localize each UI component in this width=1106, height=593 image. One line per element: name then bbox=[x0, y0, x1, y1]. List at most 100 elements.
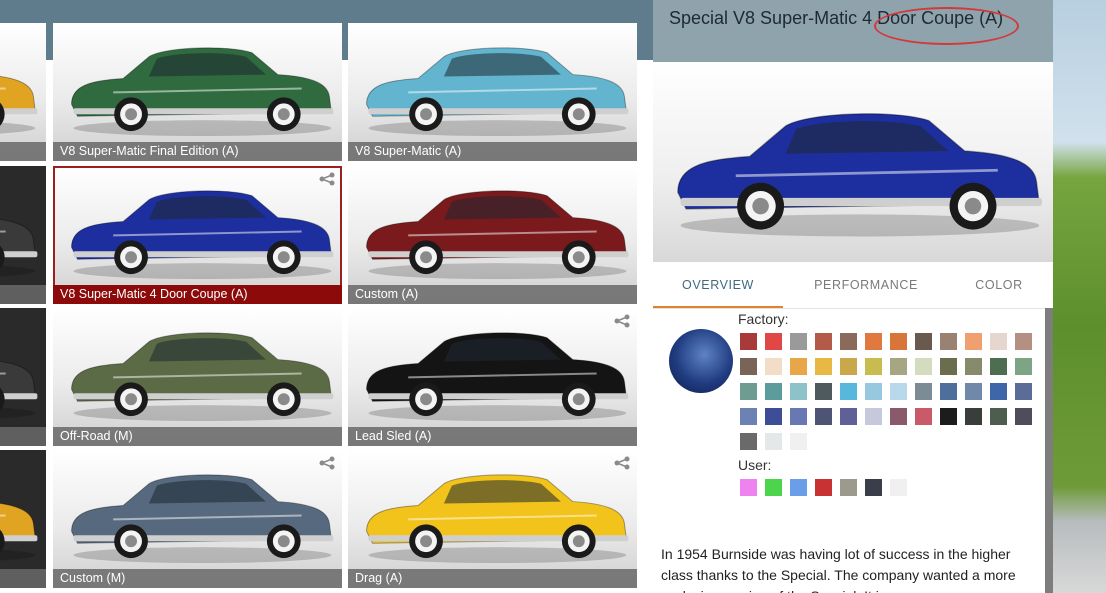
config-tile-label: V8 Super-Matic Final Edition (A) bbox=[53, 142, 342, 161]
factory-color-swatch[interactable] bbox=[940, 408, 957, 425]
config-tile[interactable]: V8 Super-Matic (A) bbox=[348, 23, 637, 161]
config-tile-label: Lead Sled (A) bbox=[348, 427, 637, 446]
factory-color-swatch[interactable] bbox=[940, 333, 957, 350]
car-image bbox=[366, 47, 629, 137]
config-tile-partial[interactable] bbox=[0, 23, 46, 161]
factory-color-swatch[interactable] bbox=[915, 333, 932, 350]
config-tile-label bbox=[0, 142, 46, 161]
factory-color-swatch[interactable] bbox=[990, 383, 1007, 400]
factory-color-swatch[interactable] bbox=[1015, 408, 1032, 425]
panel-scrollbar[interactable] bbox=[1045, 308, 1053, 593]
user-color-swatch[interactable] bbox=[865, 479, 882, 496]
tab-color[interactable]: COLOR bbox=[959, 262, 1039, 306]
config-tile-partial[interactable] bbox=[0, 308, 46, 446]
factory-color-swatch[interactable] bbox=[765, 408, 782, 425]
factory-color-swatch[interactable] bbox=[1015, 358, 1032, 375]
factory-color-swatch[interactable] bbox=[790, 333, 807, 350]
config-tile[interactable]: Lead Sled (A) bbox=[348, 308, 637, 446]
factory-color-swatch[interactable] bbox=[890, 408, 907, 425]
factory-color-swatch[interactable] bbox=[765, 433, 782, 450]
factory-color-swatch[interactable] bbox=[1015, 383, 1032, 400]
factory-color-swatch[interactable] bbox=[890, 358, 907, 375]
config-tile-label: Custom (A) bbox=[348, 285, 637, 304]
user-color-swatch[interactable] bbox=[740, 479, 757, 496]
factory-color-swatch[interactable] bbox=[915, 358, 932, 375]
red-circle-annotation bbox=[874, 7, 1019, 45]
info-tabs: OVERVIEW PERFORMANCE COLOR bbox=[653, 262, 1053, 309]
factory-color-swatch[interactable] bbox=[840, 333, 857, 350]
user-color-swatch[interactable] bbox=[765, 479, 782, 496]
user-color-swatch[interactable] bbox=[815, 479, 832, 496]
config-tile-label bbox=[0, 569, 46, 588]
factory-color-swatch[interactable] bbox=[915, 383, 932, 400]
factory-color-swatch[interactable] bbox=[990, 333, 1007, 350]
factory-color-swatch[interactable] bbox=[865, 333, 882, 350]
factory-color-swatch[interactable] bbox=[790, 408, 807, 425]
factory-color-swatch[interactable] bbox=[965, 408, 982, 425]
car-image bbox=[71, 474, 334, 564]
factory-color-swatch[interactable] bbox=[840, 408, 857, 425]
factory-color-swatch[interactable] bbox=[815, 358, 832, 375]
tab-overview[interactable]: OVERVIEW bbox=[653, 262, 783, 308]
car-image bbox=[0, 502, 38, 561]
share-icon[interactable] bbox=[318, 172, 336, 186]
factory-color-swatch[interactable] bbox=[965, 333, 982, 350]
factory-color-swatch[interactable] bbox=[765, 358, 782, 375]
car-image bbox=[0, 218, 38, 277]
config-tile[interactable]: Drag (A) bbox=[348, 450, 637, 588]
user-label: User: bbox=[738, 457, 772, 473]
config-tile[interactable]: Off-Road (M) bbox=[53, 308, 342, 446]
factory-color-swatch[interactable] bbox=[940, 358, 957, 375]
factory-color-swatch[interactable] bbox=[790, 383, 807, 400]
share-icon[interactable] bbox=[613, 314, 631, 328]
factory-color-swatch[interactable] bbox=[965, 358, 982, 375]
config-tile[interactable]: Custom (M) bbox=[53, 450, 342, 588]
factory-color-swatch[interactable] bbox=[765, 333, 782, 350]
factory-color-swatch[interactable] bbox=[790, 358, 807, 375]
user-color-swatch[interactable] bbox=[790, 479, 807, 496]
factory-color-swatch[interactable] bbox=[965, 383, 982, 400]
config-description: In 1954 Burnside was having lot of succe… bbox=[661, 546, 1016, 593]
factory-color-swatch[interactable] bbox=[740, 408, 757, 425]
factory-color-swatch[interactable] bbox=[865, 358, 882, 375]
config-tile[interactable]: V8 Super-Matic 4 Door Coupe (A) bbox=[53, 166, 342, 304]
config-tile-label: Off-Road (M) bbox=[53, 427, 342, 446]
factory-color-swatch[interactable] bbox=[1015, 333, 1032, 350]
factory-color-swatch[interactable] bbox=[740, 358, 757, 375]
factory-color-swatch[interactable] bbox=[740, 333, 757, 350]
config-tile-partial[interactable] bbox=[0, 450, 46, 588]
share-icon[interactable] bbox=[613, 456, 631, 470]
factory-color-swatch[interactable] bbox=[815, 383, 832, 400]
car-image bbox=[677, 113, 1042, 237]
factory-color-swatch[interactable] bbox=[990, 358, 1007, 375]
share-icon[interactable] bbox=[318, 456, 336, 470]
car-image bbox=[71, 47, 334, 137]
user-color-swatch[interactable] bbox=[840, 479, 857, 496]
factory-color-swatch[interactable] bbox=[815, 408, 832, 425]
user-color-swatch[interactable] bbox=[890, 479, 907, 496]
config-tile-partial[interactable] bbox=[0, 166, 46, 304]
factory-color-swatch[interactable] bbox=[840, 358, 857, 375]
factory-color-swatch[interactable] bbox=[940, 383, 957, 400]
config-tile[interactable]: V8 Super-Matic Final Edition (A) bbox=[53, 23, 342, 161]
factory-color-swatch[interactable] bbox=[765, 383, 782, 400]
config-tile-label bbox=[0, 427, 46, 446]
factory-color-swatch[interactable] bbox=[865, 383, 882, 400]
car-image bbox=[366, 332, 629, 422]
factory-color-swatch[interactable] bbox=[840, 383, 857, 400]
car-image bbox=[0, 360, 38, 419]
background-scenery bbox=[1053, 0, 1106, 593]
factory-color-swatch[interactable] bbox=[890, 333, 907, 350]
factory-color-swatch[interactable] bbox=[915, 408, 932, 425]
factory-color-swatch[interactable] bbox=[990, 408, 1007, 425]
car-image bbox=[71, 190, 334, 280]
factory-color-swatch[interactable] bbox=[740, 433, 757, 450]
factory-color-swatch[interactable] bbox=[790, 433, 807, 450]
factory-color-swatch[interactable] bbox=[740, 383, 757, 400]
config-info-panel: Special V8 Super-Matic 4 Door Coupe (A) … bbox=[653, 0, 1053, 593]
factory-color-swatch[interactable] bbox=[865, 408, 882, 425]
tab-performance[interactable]: PERFORMANCE bbox=[801, 262, 931, 306]
config-tile[interactable]: Custom (A) bbox=[348, 166, 637, 304]
factory-color-swatch[interactable] bbox=[890, 383, 907, 400]
factory-color-swatch[interactable] bbox=[815, 333, 832, 350]
